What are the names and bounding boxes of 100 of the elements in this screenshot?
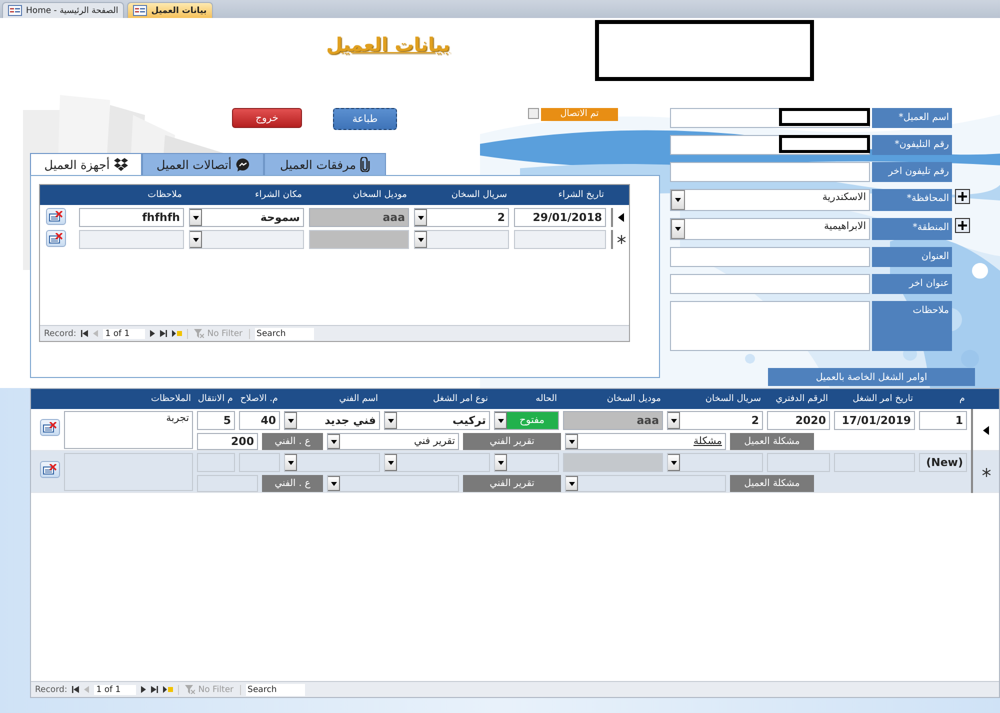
delete-record-button[interactable] (40, 419, 60, 436)
table-cell[interactable] (197, 475, 258, 492)
combo-box[interactable] (384, 453, 490, 472)
field-label: مشكلة العميل (730, 433, 814, 450)
dropdown-button[interactable] (495, 454, 507, 471)
add-button[interactable] (955, 218, 970, 233)
dropdown-button[interactable] (328, 476, 340, 491)
checkbox[interactable] (528, 108, 539, 119)
dropdown-button[interactable] (671, 219, 685, 239)
combo-box[interactable]: تركيب (384, 411, 490, 430)
table-cell[interactable]: 29/01/2018 (514, 208, 606, 227)
table-cell[interactable] (197, 453, 235, 472)
dropdown-button[interactable] (495, 412, 507, 429)
dropdown-button[interactable] (285, 454, 297, 471)
notes-field[interactable] (64, 453, 193, 491)
new-record-icon[interactable] (172, 330, 182, 337)
field-label: ع . الفني (262, 475, 323, 492)
field-label: المنطقة* (872, 218, 952, 240)
column-header: م. الاصلاح (241, 394, 279, 404)
new-record-icon[interactable] (163, 686, 174, 693)
combo-box[interactable]: مشكلة (565, 433, 726, 450)
combo-box[interactable] (189, 230, 304, 249)
combo-box[interactable] (494, 453, 559, 472)
exit-button[interactable]: خروج (232, 108, 302, 128)
field-label: تقرير الفني (463, 475, 561, 492)
last-record-icon[interactable] (160, 330, 168, 337)
tab[interactable]: أتصالات العميل (142, 153, 264, 175)
table-cell[interactable]: 40 (239, 411, 280, 430)
combo-box[interactable]: سموحة (189, 208, 304, 227)
delete-record-button[interactable] (46, 230, 66, 247)
table-cell[interactable] (834, 453, 915, 472)
delete-record-button[interactable] (40, 461, 60, 478)
table-cell[interactable] (514, 230, 606, 249)
caret-icon (498, 418, 504, 422)
combo-box[interactable]: 2 (667, 411, 763, 430)
dropdown-button[interactable] (566, 434, 578, 449)
dropdown-button[interactable] (668, 454, 680, 471)
dropdown-button[interactable] (671, 190, 685, 210)
caret-icon (568, 482, 574, 486)
document-tab[interactable]: الصفحة الرئيسية - Home (2, 2, 124, 18)
dropdown-button[interactable] (385, 412, 397, 429)
work-orders-button[interactable]: اوامر الشغل الخاصة بالعميل (768, 368, 975, 386)
search-field[interactable]: Search (246, 684, 305, 696)
table-cell[interactable]: 1 (919, 411, 967, 430)
dropdown-button[interactable] (190, 231, 202, 248)
caret-icon (192, 216, 198, 220)
first-record-icon[interactable] (72, 686, 80, 693)
print-button[interactable]: طباعة (333, 108, 397, 130)
next-record-icon[interactable] (141, 686, 146, 693)
input-field[interactable] (670, 274, 870, 294)
search-field[interactable]: Search (254, 328, 314, 340)
combo-box[interactable] (327, 475, 459, 492)
column-header: سريال السخان (704, 394, 762, 404)
table-cell[interactable]: 5 (197, 411, 235, 430)
table-cell[interactable]: 200 (197, 433, 258, 450)
table-cell[interactable]: 17/01/2019 (834, 411, 915, 430)
field-label: تقرير الفني (463, 433, 561, 450)
input-field[interactable] (670, 162, 870, 182)
input-field[interactable] (670, 301, 870, 351)
record-number-field[interactable]: 1 of 1 (94, 684, 136, 694)
combo-box[interactable]: تقرير فني (327, 433, 459, 450)
dropdown-button[interactable] (385, 454, 397, 471)
record-number-field[interactable]: 1 of 1 (103, 328, 146, 338)
document-tab[interactable]: بيانات العميل (127, 2, 213, 18)
input-field[interactable] (670, 135, 870, 155)
tab[interactable]: أجهزة العميل (30, 153, 142, 175)
combo-box[interactable]: 2 (414, 208, 509, 227)
caret-icon (192, 238, 198, 242)
delete-record-button[interactable] (46, 208, 66, 225)
dropdown-button[interactable] (328, 434, 340, 449)
dropdown-button[interactable] (190, 209, 202, 226)
add-button[interactable] (955, 189, 970, 204)
first-record-icon[interactable] (81, 330, 88, 337)
caret-icon (498, 460, 504, 464)
table-cell[interactable] (239, 453, 280, 472)
notes-field[interactable]: تجربة (64, 411, 193, 449)
last-record-icon[interactable] (151, 686, 158, 693)
dropdown-button[interactable] (415, 231, 427, 248)
tab[interactable]: مرفقات العميل (264, 153, 386, 175)
combo-box[interactable]: الاسكندرية (670, 189, 870, 211)
combo-box[interactable]: فني جديد (284, 411, 380, 430)
combo-box[interactable] (284, 453, 380, 472)
field-label: مشكلة العميل (730, 475, 814, 492)
combo-box[interactable] (667, 453, 763, 472)
table-cell[interactable]: 2020 (767, 411, 830, 430)
record-label: Record: (35, 684, 68, 694)
input-field[interactable] (670, 108, 870, 128)
field-label: رقم تليفون اخر (872, 162, 952, 182)
table-cell[interactable] (79, 230, 184, 249)
table-cell[interactable]: fhfhfh (79, 208, 184, 227)
dropdown-button[interactable] (566, 476, 578, 491)
dropdown-button[interactable] (668, 412, 680, 429)
combo-box[interactable] (414, 230, 509, 249)
table-cell[interactable] (767, 453, 830, 472)
dropdown-button[interactable] (285, 412, 297, 429)
combo-box[interactable]: الابراهيمية (670, 218, 870, 240)
table-cell[interactable]: (New) (919, 453, 967, 472)
dropdown-button[interactable] (415, 209, 427, 226)
input-field[interactable] (670, 247, 870, 267)
next-record-icon[interactable] (150, 330, 156, 337)
